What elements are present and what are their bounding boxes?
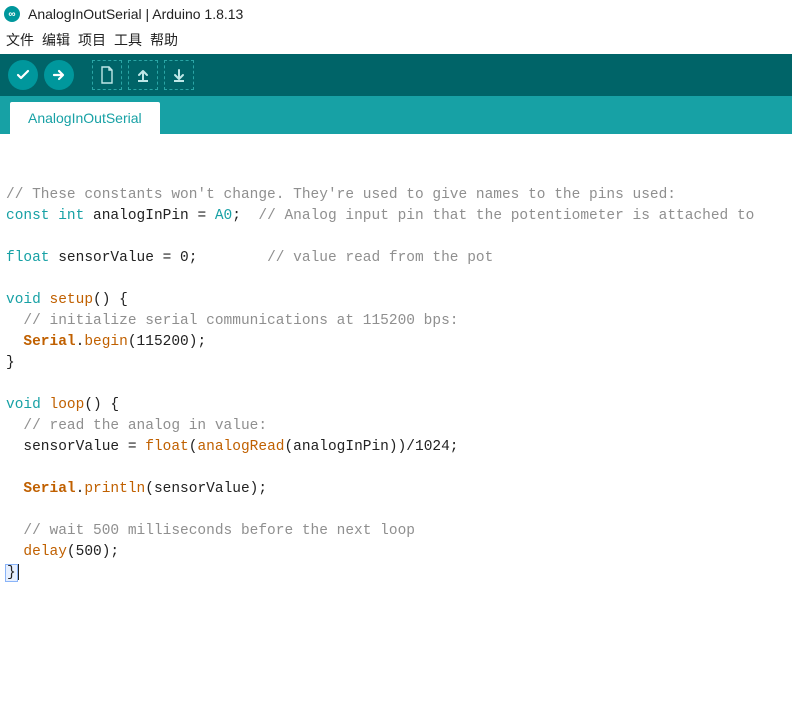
- save-button[interactable]: [164, 60, 194, 90]
- verify-button[interactable]: [8, 60, 38, 90]
- menubar: 文件 编辑 项目 工具 帮助: [0, 28, 792, 54]
- toolbar: [0, 54, 792, 96]
- menu-tools[interactable]: 工具: [112, 30, 144, 50]
- titlebar: ∞ AnalogInOutSerial | Arduino 1.8.13: [0, 0, 792, 28]
- upload-button[interactable]: [44, 60, 74, 90]
- arrow-up-icon: [135, 67, 151, 83]
- open-button[interactable]: [128, 60, 158, 90]
- file-icon: [99, 66, 115, 84]
- menu-file[interactable]: 文件: [4, 30, 36, 50]
- menu-edit[interactable]: 编辑: [40, 30, 72, 50]
- menu-sketch[interactable]: 项目: [76, 30, 108, 50]
- new-button[interactable]: [92, 60, 122, 90]
- menu-help[interactable]: 帮助: [148, 30, 180, 50]
- code-editor[interactable]: // These constants won't change. They're…: [0, 134, 792, 604]
- window-title: AnalogInOutSerial | Arduino 1.8.13: [28, 6, 243, 22]
- check-icon: [15, 67, 31, 83]
- tabstrip: AnalogInOutSerial: [0, 96, 792, 134]
- arrow-right-icon: [51, 67, 67, 83]
- arrow-down-icon: [171, 67, 187, 83]
- tab-active[interactable]: AnalogInOutSerial: [10, 102, 160, 134]
- arduino-logo-icon: ∞: [4, 6, 20, 22]
